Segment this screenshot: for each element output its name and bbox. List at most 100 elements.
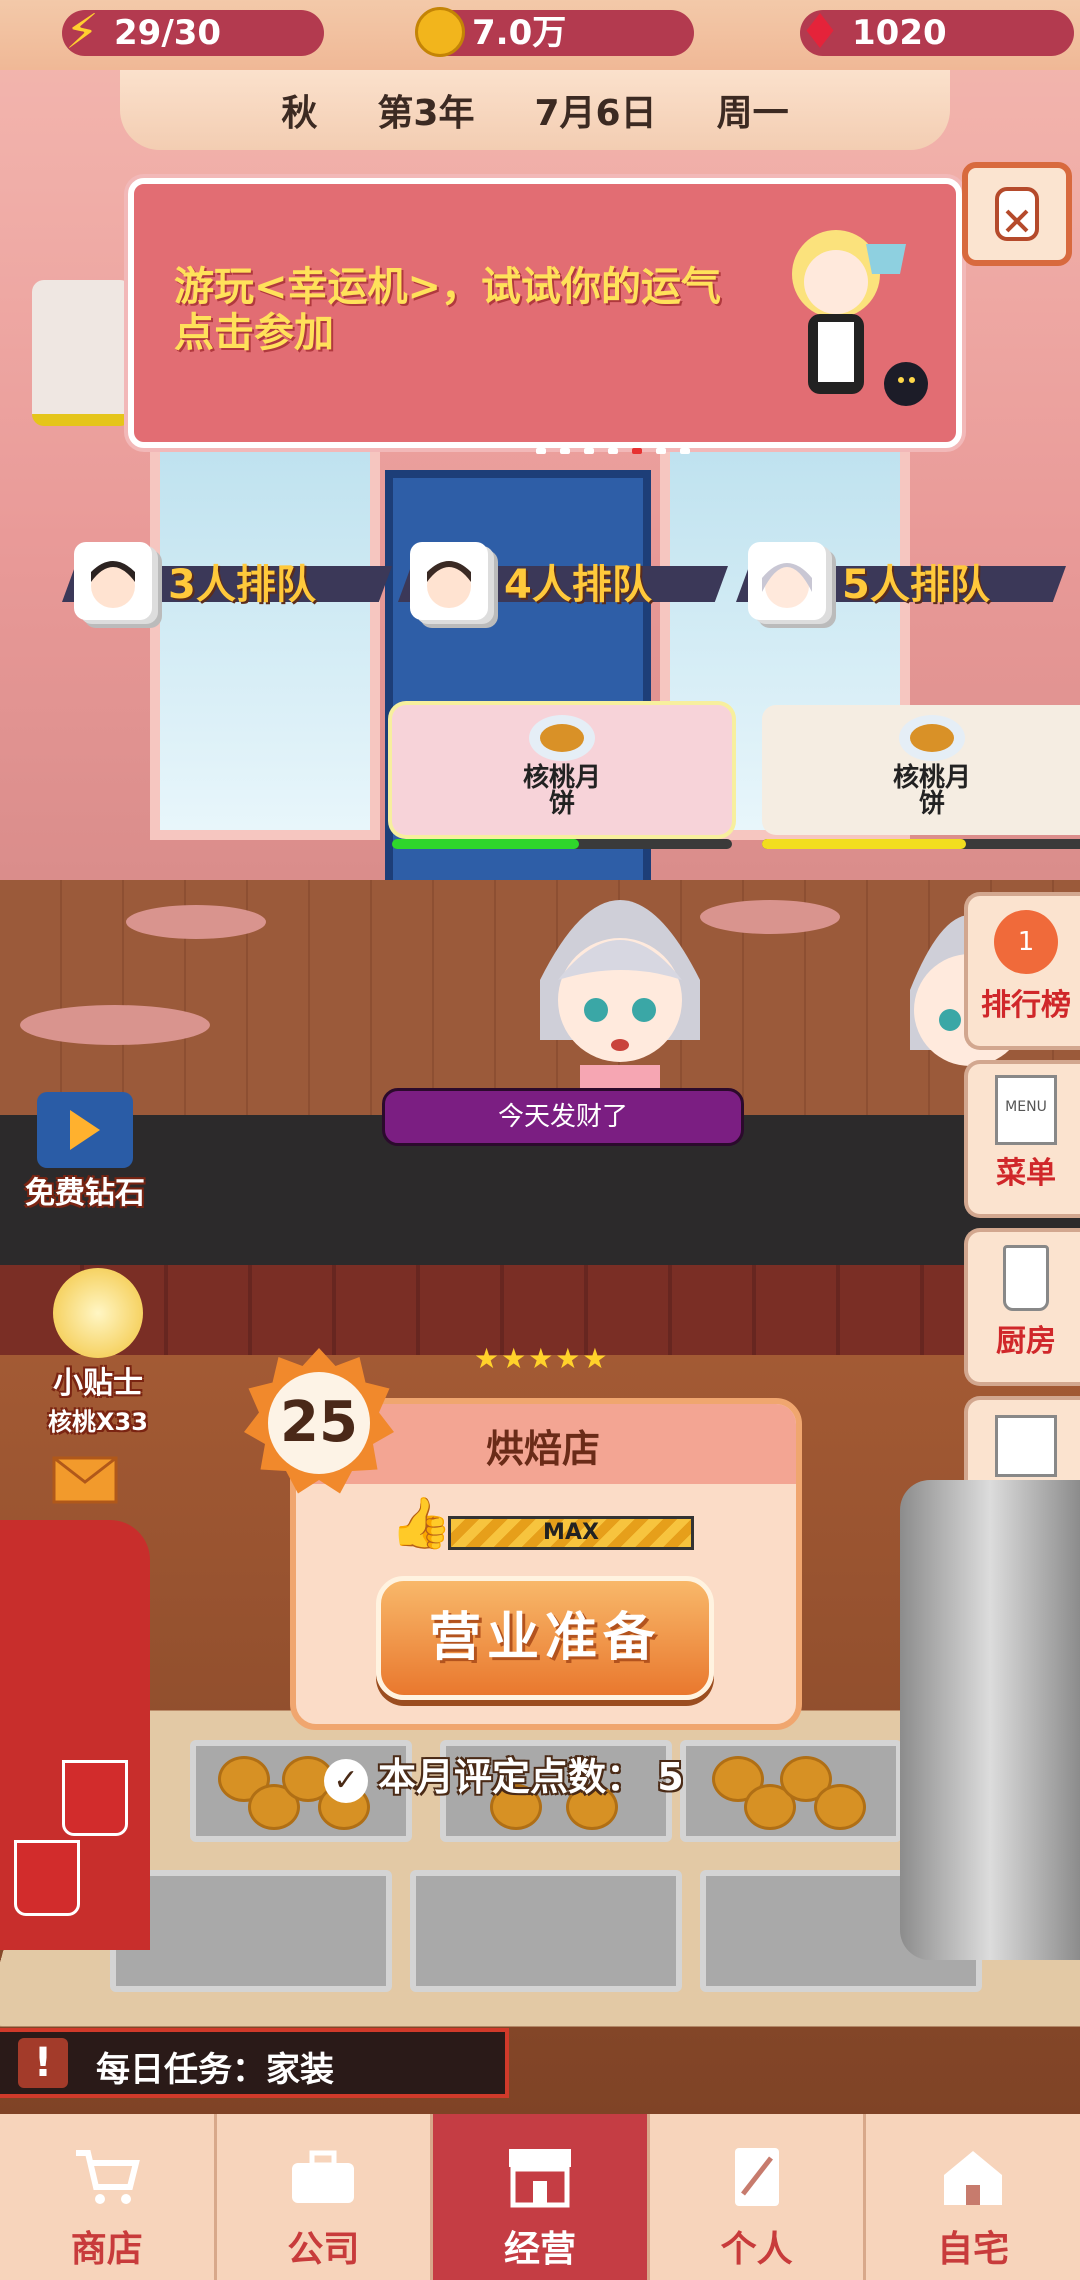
pagination-dot[interactable] bbox=[560, 448, 570, 454]
customer-avatar-icon bbox=[748, 542, 826, 620]
video-play-icon bbox=[37, 1092, 133, 1168]
resource-bar: ⚡ 29/30 7.0万 ♦ 1020 bbox=[0, 0, 1080, 70]
rating-text: 本月评定点数： 5 bbox=[378, 1755, 684, 1799]
leaderboard-label: 排行榜 bbox=[981, 988, 1071, 1023]
pagination-dot[interactable] bbox=[608, 448, 618, 454]
season-label: 秋 bbox=[281, 93, 318, 134]
pagination-dot[interactable] bbox=[584, 448, 594, 454]
daily-task-text: 每日任务：家装 bbox=[96, 2050, 334, 2090]
free-gems-label: 免费钻石 bbox=[25, 1176, 145, 1211]
side-card[interactable] bbox=[32, 280, 132, 426]
store-icon bbox=[500, 2142, 580, 2212]
cup-icon bbox=[62, 1760, 128, 1836]
podium-icon: 1 bbox=[994, 910, 1058, 974]
box-icon bbox=[994, 1414, 1058, 1478]
nav-label: 公司 bbox=[287, 2229, 360, 2270]
blender-icon bbox=[994, 1245, 1058, 1311]
bottom-nav: 商店 公司 经营 个人 自宅 bbox=[0, 2114, 1080, 2280]
thumbs-up-icon: 👍 bbox=[390, 1494, 453, 1552]
tips-sub-label: 核桃X33 bbox=[48, 1408, 148, 1436]
menu-icon: MENU bbox=[994, 1075, 1058, 1145]
queue-2[interactable]: 4人排队 bbox=[398, 542, 728, 620]
baking-tray[interactable] bbox=[110, 1870, 392, 1992]
mooncake-icon bbox=[899, 715, 965, 761]
energy-counter[interactable]: ⚡ 29/30 bbox=[62, 8, 324, 56]
cafe-table bbox=[126, 905, 266, 939]
cafe-window-left bbox=[150, 440, 380, 840]
lightning-icon: ⚡ bbox=[65, 4, 99, 60]
pagination-dot[interactable] bbox=[656, 448, 666, 454]
baking-tray[interactable] bbox=[410, 1870, 682, 1992]
nav-shop[interactable]: 商店 bbox=[0, 2114, 217, 2280]
free-gems-button[interactable]: 免费钻石 bbox=[10, 1092, 160, 1212]
tips-button[interactable]: 小贴士 核桃X33 bbox=[18, 1268, 178, 1437]
nav-business[interactable]: 经营 bbox=[433, 2114, 650, 2280]
envelope-icon bbox=[52, 1456, 118, 1504]
glove-button[interactable] bbox=[962, 162, 1072, 266]
cup-icon bbox=[14, 1840, 80, 1916]
gem-icon: ♦ bbox=[798, 4, 842, 60]
kitchen-button[interactable]: 厨房 bbox=[964, 1228, 1080, 1386]
maid-character-icon bbox=[792, 230, 928, 406]
nav-label: 自宅 bbox=[937, 2229, 1010, 2270]
energy-value: 29/30 bbox=[114, 13, 222, 53]
order-progress bbox=[762, 839, 1080, 849]
banner-text: 游玩<幸运机>，试试你的运气 点击参加 bbox=[174, 264, 734, 356]
pagination-dot[interactable] bbox=[536, 448, 546, 454]
cart-icon bbox=[67, 2142, 147, 2212]
kitchen-label: 厨房 bbox=[996, 1324, 1056, 1359]
date-bar: 秋 第3年 7月6日 周一 bbox=[120, 70, 950, 150]
queue-label: 5人排队 bbox=[842, 562, 990, 608]
prepare-business-button[interactable]: 营业准备 bbox=[376, 1576, 714, 1700]
gem-counter[interactable]: ♦ 1020 bbox=[798, 8, 1074, 56]
mooncake-icon bbox=[529, 715, 595, 761]
mixer-machine[interactable] bbox=[900, 1480, 1080, 1960]
daily-task-bar[interactable]: ! 每日任务：家装 bbox=[0, 2028, 509, 2098]
briefcase-icon bbox=[283, 2142, 363, 2212]
order-progress bbox=[392, 839, 732, 849]
banner-line2: 点击参加 bbox=[174, 310, 334, 356]
shop-title: 烘焙店 bbox=[486, 1427, 601, 1471]
pagination-dot-active[interactable] bbox=[632, 448, 642, 454]
nav-personal[interactable]: 个人 bbox=[649, 2114, 867, 2280]
coin-counter[interactable]: 7.0万 bbox=[415, 7, 694, 57]
queue-label: 4人排队 bbox=[504, 562, 652, 608]
nav-label: 商店 bbox=[70, 2229, 143, 2270]
tips-label: 小贴士 bbox=[53, 1366, 143, 1401]
customer-avatar-icon bbox=[74, 542, 152, 620]
event-banner[interactable]: 游玩<幸运机>，试试你的运气 点击参加 bbox=[128, 178, 962, 448]
star-rating: ★★★★★ bbox=[474, 1342, 610, 1375]
shop-level: 25 bbox=[268, 1372, 370, 1474]
queue-1[interactable]: 3人排队 bbox=[62, 542, 392, 620]
menu-label: 菜单 bbox=[996, 1156, 1056, 1191]
banner-pagination bbox=[536, 448, 690, 454]
coin-icon bbox=[412, 4, 468, 60]
exclamation-icon: ! bbox=[18, 2038, 68, 2088]
customer-avatar-icon bbox=[410, 542, 488, 620]
glove-icon bbox=[995, 187, 1039, 241]
gem-value: 1020 bbox=[852, 13, 947, 53]
house-icon bbox=[933, 2142, 1013, 2212]
check-icon: ✓ bbox=[324, 1759, 368, 1803]
cafe-table bbox=[700, 900, 840, 934]
menu-button[interactable]: MENU 菜单 bbox=[964, 1060, 1080, 1218]
order-card-1[interactable]: 核桃月饼 bbox=[392, 705, 732, 849]
queue-3[interactable]: 5人排队 bbox=[736, 542, 1066, 620]
speech-bubble: 今天发财了 bbox=[382, 1088, 744, 1146]
weekday-label: 周一 bbox=[716, 93, 789, 134]
leaderboard-button[interactable]: 1 排行榜 bbox=[964, 892, 1080, 1050]
pagination-dot[interactable] bbox=[680, 448, 690, 454]
order-name: 核桃月饼 bbox=[522, 763, 601, 819]
mooncake-icon bbox=[814, 1784, 866, 1830]
year-label: 第3年 bbox=[377, 93, 475, 134]
queue-label: 3人排队 bbox=[168, 562, 316, 608]
nav-home[interactable]: 自宅 bbox=[866, 2114, 1080, 2280]
card-icon bbox=[717, 2142, 797, 2212]
coin-value: 7.0万 bbox=[472, 13, 567, 53]
nav-label: 个人 bbox=[720, 2229, 793, 2270]
nav-company[interactable]: 公司 bbox=[216, 2114, 434, 2280]
order-card-2[interactable]: 核桃月饼 bbox=[762, 705, 1080, 849]
nav-label: 经营 bbox=[503, 2229, 576, 2270]
cafe-table bbox=[20, 1005, 210, 1045]
waitress-character-icon bbox=[540, 900, 700, 1100]
